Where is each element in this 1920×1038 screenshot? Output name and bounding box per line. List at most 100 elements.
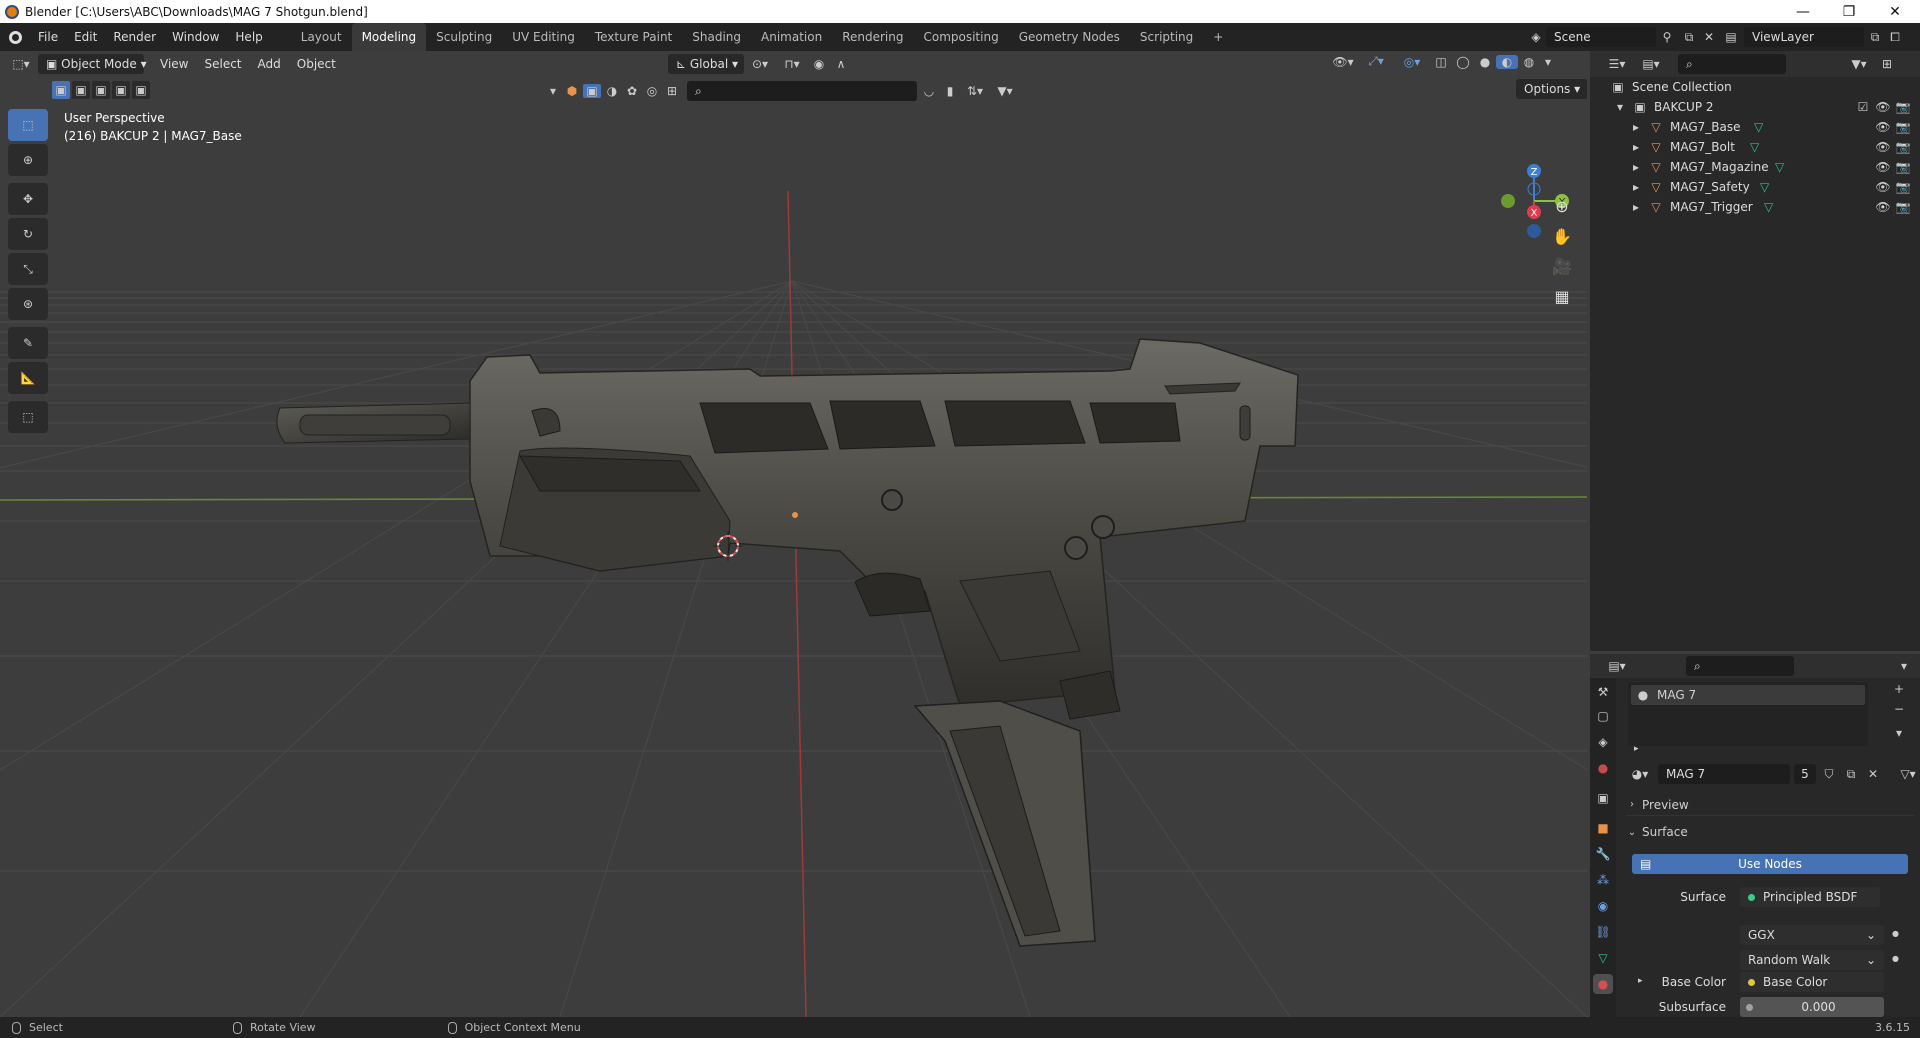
- gizmo-toggle-icon[interactable]: ⤢▾: [1358, 54, 1394, 69]
- slot-specials-icon[interactable]: ▾: [1890, 726, 1908, 740]
- unlink-material-icon[interactable]: ✕: [1864, 767, 1882, 781]
- delete-scene-icon[interactable]: ✕: [1700, 30, 1718, 44]
- camera-render-icon[interactable]: 📷: [1896, 120, 1911, 134]
- mesh-data-icon[interactable]: ▽: [1764, 200, 1773, 214]
- outliner-object-row[interactable]: ▸ ▽ MAG7_Base ▽ 👁 📷: [1590, 117, 1920, 137]
- fake-user-shield-icon[interactable]: ⛉: [1820, 767, 1838, 782]
- zoom-icon[interactable]: ⊕: [1547, 191, 1577, 221]
- outliner-search-input[interactable]: ⌕: [1678, 54, 1786, 74]
- select-invert-icon[interactable]: ▣: [112, 81, 130, 99]
- filter-mesh-icon[interactable]: ▣: [583, 84, 601, 98]
- select-new-icon[interactable]: ▣: [52, 81, 70, 99]
- cursor-tool[interactable]: ⊕: [8, 144, 48, 176]
- camera-render-icon[interactable]: 📷: [1896, 160, 1911, 174]
- expand-arrow-icon[interactable]: ▸: [1630, 160, 1642, 174]
- transform-tool[interactable]: ⊛: [8, 288, 48, 320]
- ortho-grid-icon[interactable]: ▦: [1547, 281, 1577, 311]
- menu-help[interactable]: Help: [227, 23, 270, 51]
- collection-tab-icon[interactable]: ▣: [1595, 790, 1611, 806]
- add-cube-tool[interactable]: ⬚: [8, 401, 48, 433]
- menu-render[interactable]: Render: [105, 23, 164, 51]
- filter-curve-icon[interactable]: ◑: [603, 84, 621, 98]
- tab-animation[interactable]: Animation: [751, 23, 832, 51]
- filter-camera-icon[interactable]: ◎: [643, 84, 661, 98]
- material-slot-label[interactable]: MAG 7: [1657, 688, 1696, 702]
- measure-tool[interactable]: 📐: [8, 362, 48, 394]
- scene-selector[interactable]: Scene: [1546, 27, 1656, 47]
- filter-light-icon[interactable]: ✿: [623, 84, 641, 98]
- outliner-object-row[interactable]: ▸ ▽ MAG7_Magazine ▽ 👁 📷: [1590, 157, 1920, 177]
- overlay-toggle-icon[interactable]: ◎▾: [1394, 55, 1430, 69]
- close-button[interactable]: ✕: [1872, 0, 1918, 23]
- mesh-data-icon[interactable]: ▽: [1754, 120, 1763, 134]
- physics-tab-icon[interactable]: ◉: [1595, 898, 1611, 914]
- tab-compositing[interactable]: Compositing: [913, 23, 1008, 51]
- blender-menu-icon[interactable]: [0, 30, 30, 44]
- object-types-icon[interactable]: ⬢: [563, 84, 581, 98]
- menu-window[interactable]: Window: [164, 23, 227, 51]
- mesh-data-icon[interactable]: ▽: [1750, 140, 1759, 154]
- surface-shader-field[interactable]: Principled BSDF: [1740, 887, 1880, 907]
- tool-tab-icon[interactable]: ⚒: [1595, 684, 1611, 700]
- tab-modeling[interactable]: Modeling: [351, 23, 427, 51]
- pivot-point-icon[interactable]: ⊙▾: [744, 57, 776, 71]
- move-tool[interactable]: ✥: [8, 183, 48, 215]
- select-intersect-icon[interactable]: ▣: [132, 81, 150, 99]
- user-count[interactable]: 5: [1794, 764, 1816, 784]
- eye-icon[interactable]: 👁: [1875, 160, 1890, 174]
- duplicate-material-icon[interactable]: ⧉: [1842, 767, 1860, 782]
- material-shading-icon[interactable]: ◐: [1496, 54, 1518, 69]
- add-workspace-button[interactable]: +: [1203, 23, 1233, 51]
- camera-render-icon[interactable]: 📷: [1896, 100, 1911, 114]
- new-viewlayer-icon[interactable]: ⧉: [1864, 30, 1886, 45]
- surface-panel-header[interactable]: ⌄ Surface: [1626, 821, 1914, 843]
- funnel-icon[interactable]: ▼▾: [991, 84, 1019, 98]
- display-mode-icon[interactable]: ▤▾: [1634, 57, 1668, 71]
- bookmark-icon[interactable]: ▮: [941, 84, 959, 98]
- remove-slot-icon[interactable]: −: [1890, 702, 1908, 716]
- tab-uv-editing[interactable]: UV Editing: [502, 23, 585, 51]
- object-tab-icon[interactable]: ■: [1595, 820, 1611, 836]
- filter-toggle-icon[interactable]: ◡: [919, 84, 939, 98]
- viewport-search-input[interactable]: ⌕: [687, 81, 917, 101]
- preview-panel-header[interactable]: › Preview: [1626, 794, 1914, 816]
- xray-icon[interactable]: ◫: [1430, 55, 1452, 69]
- world-tab-icon[interactable]: ●: [1595, 760, 1611, 776]
- material-slots-list[interactable]: ● MAG 7: [1628, 682, 1868, 746]
- new-scene-icon[interactable]: ⧉: [1678, 30, 1700, 45]
- collection-row[interactable]: ▾ ▣ BAKCUP 2 ☑ 👁 📷: [1590, 97, 1920, 117]
- scale-tool[interactable]: ⤡: [8, 253, 48, 285]
- camera-render-icon[interactable]: 📷: [1896, 200, 1911, 214]
- eye-icon[interactable]: 👁: [1875, 200, 1890, 214]
- tab-rendering[interactable]: Rendering: [832, 23, 913, 51]
- editor-type-icon[interactable]: ⬚▾: [4, 57, 38, 71]
- sort-icon[interactable]: ⇅▾: [961, 84, 989, 98]
- slot-expand-icon[interactable]: ▸: [1634, 744, 1639, 754]
- outliner-object-row[interactable]: ▸ ▽ MAG7_Bolt ▽ 👁 📷: [1590, 137, 1920, 157]
- select-extend-icon[interactable]: ▣: [72, 81, 90, 99]
- proportional-edit-icon[interactable]: ◉: [808, 57, 830, 71]
- pan-hand-icon[interactable]: ✋: [1547, 221, 1577, 251]
- add-slot-icon[interactable]: +: [1890, 682, 1908, 696]
- tab-sculpting[interactable]: Sculpting: [426, 23, 502, 51]
- 3d-viewport[interactable]: ⬚▾ ▣ Object Mode ▾ View Select Add Objec…: [0, 51, 1587, 1017]
- particles-tab-icon[interactable]: ⁂: [1595, 872, 1611, 888]
- keyframe-dot-icon[interactable]: ●: [1892, 929, 1899, 938]
- viewport-menu-object[interactable]: Object: [289, 51, 344, 78]
- outliner-editor-icon[interactable]: ☰▾: [1600, 57, 1634, 71]
- shading-options-icon[interactable]: ▾: [1540, 55, 1556, 69]
- viewlayer-selector[interactable]: ViewLayer: [1744, 27, 1864, 47]
- camera-render-icon[interactable]: 📷: [1896, 140, 1911, 154]
- base-color-expand-icon[interactable]: ▸: [1638, 976, 1643, 986]
- tab-shading[interactable]: Shading: [682, 23, 751, 51]
- outliner-object-row[interactable]: ▸ ▽ MAG7_Trigger ▽ 👁 📷: [1590, 197, 1920, 217]
- viewport-menu-view[interactable]: View: [152, 51, 196, 78]
- scene-collection-row[interactable]: ▣ Scene Collection: [1590, 77, 1920, 97]
- expand-arrow-icon[interactable]: ▸: [1630, 180, 1642, 194]
- modifier-tab-icon[interactable]: 🔧: [1595, 846, 1611, 862]
- mesh-data-tab-icon[interactable]: ▽: [1595, 950, 1611, 966]
- base-color-field[interactable]: Base Color: [1740, 972, 1884, 992]
- delete-viewlayer-icon[interactable]: ⧠: [1886, 30, 1904, 45]
- mode-selector[interactable]: ▣ Object Mode ▾: [38, 54, 147, 74]
- tab-geometry-nodes[interactable]: Geometry Nodes: [1009, 23, 1130, 51]
